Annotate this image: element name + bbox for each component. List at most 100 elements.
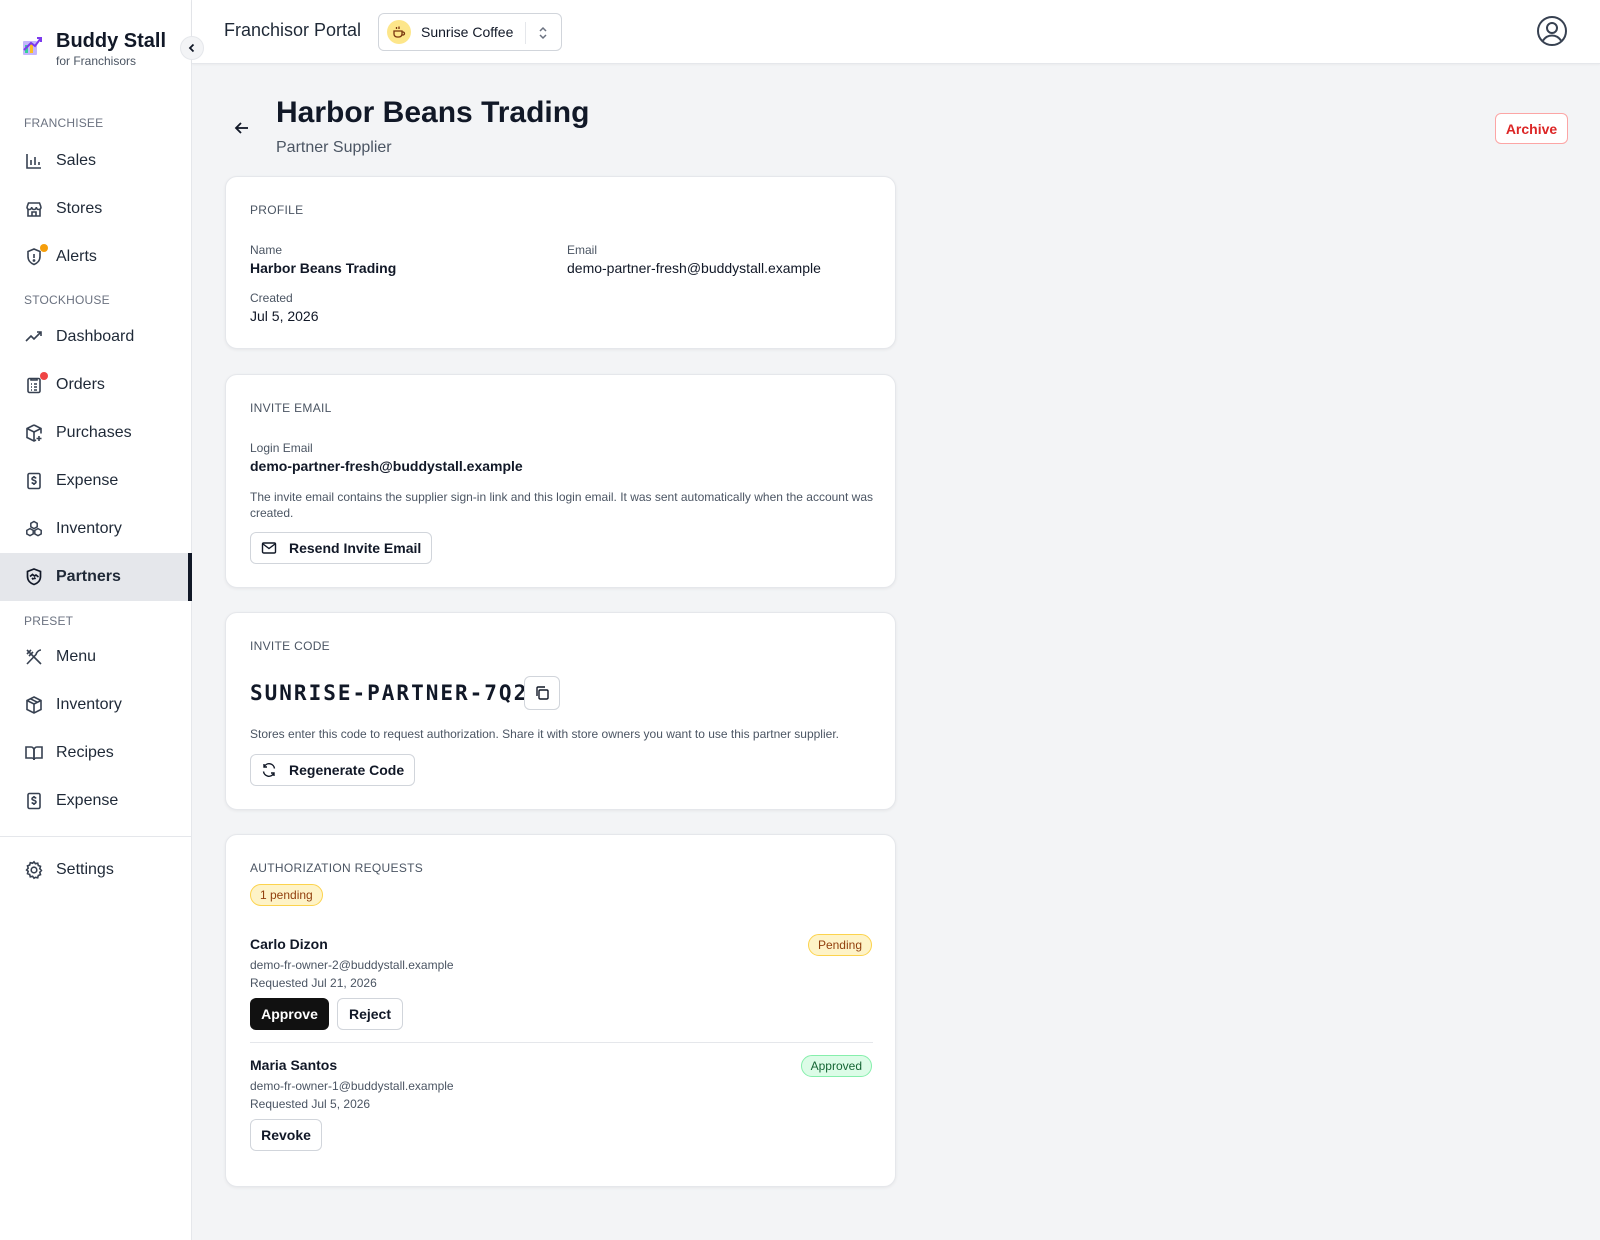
section-stockhouse: STOCKHOUSE — [24, 293, 110, 307]
chevrons-up-down-icon — [539, 26, 547, 40]
reject-button[interactable]: Reject — [337, 998, 403, 1030]
authorization-requests-card: AUTHORIZATION REQUESTS 1 pending Carlo D… — [225, 834, 896, 1187]
sidebar-item-dashboard[interactable]: Dashboard — [0, 313, 192, 361]
sidebar-item-purchases[interactable]: Purchases — [0, 409, 192, 457]
invite-email-help: The invite email contains the supplier s… — [250, 490, 873, 520]
sidebar-item-partners[interactable]: Partners — [0, 553, 192, 601]
request-name: Carlo Dizon — [250, 936, 328, 952]
sidebar-item-label: Inventory — [56, 696, 122, 713]
sidebar-item-inventory-stockhouse[interactable]: Inventory — [0, 505, 192, 553]
status-badge: Approved — [800, 1055, 872, 1077]
user-circle-icon[interactable] — [1536, 15, 1568, 47]
sidebar: Buddy Stall for Franchisors FRANCHISEE S… — [0, 0, 192, 1240]
sidebar-item-alerts[interactable]: Alerts — [0, 233, 192, 281]
sidebar-item-label: Expense — [56, 472, 119, 489]
book-open-icon — [24, 743, 44, 763]
sidebar-item-settings[interactable]: Settings — [0, 846, 192, 894]
sidebar-item-expense-preset[interactable]: Expense — [0, 777, 192, 825]
orders-dot — [40, 372, 48, 380]
bar-chart-icon — [24, 151, 44, 171]
sidebar-item-label: Stores — [56, 200, 103, 217]
brand[interactable]: Buddy Stall for Franchisors — [20, 28, 166, 68]
invite-code-heading: INVITE CODE — [250, 639, 330, 653]
invite-code-card: INVITE CODE SUNRISE-PARTNER-7Q2 Stores e… — [225, 612, 896, 810]
brand-subtitle: for Franchisors — [56, 54, 137, 68]
page-subtitle: Partner Supplier — [276, 139, 392, 156]
sidebar-item-inventory-preset[interactable]: Inventory — [0, 681, 192, 729]
sidebar-item-label: Partners — [56, 568, 121, 585]
refresh-icon — [262, 763, 276, 777]
package-icon — [24, 695, 44, 715]
request-date: Requested Jul 21, 2026 — [250, 976, 377, 990]
request-email: demo-fr-owner-1@buddystall.example — [250, 1079, 454, 1093]
handshake-shield-icon — [24, 567, 44, 587]
alerts-dot — [40, 244, 48, 252]
sidebar-item-label: Expense — [56, 792, 119, 809]
brand-name: Buddy Stall — [56, 30, 167, 52]
topbar: Franchisor Portal Sunrise Coffee — [192, 0, 1600, 64]
sidebar-item-label: Purchases — [56, 424, 132, 441]
resend-invite-email-button[interactable]: Resend Invite Email — [250, 532, 433, 564]
sidebar-item-orders[interactable]: Orders — [0, 361, 192, 409]
sidebar-item-label: Menu — [56, 648, 97, 665]
boxes-icon — [24, 519, 44, 539]
clipboard-list-icon — [24, 372, 48, 395]
request-name: Maria Santos — [250, 1057, 338, 1073]
copy-icon — [536, 686, 549, 700]
email-label: Email — [567, 243, 598, 257]
brand-logo-icon — [23, 37, 42, 55]
status-badge: Pending — [807, 934, 872, 956]
regenerate-code-button[interactable]: Regenerate Code — [250, 754, 416, 786]
authorization-heading: AUTHORIZATION REQUESTS — [250, 861, 424, 875]
sidebar-item-label: Orders — [56, 376, 105, 393]
section-franchisee: FRANCHISEE — [24, 116, 104, 130]
profile-heading: PROFILE — [250, 203, 304, 217]
portal-title: Franchisor Portal — [224, 20, 362, 40]
selector-divider — [525, 22, 526, 44]
invite-code-value: SUNRISE-PARTNER-7Q2 — [250, 681, 529, 705]
gear-icon — [24, 860, 44, 880]
invite-email-heading: INVITE EMAIL — [250, 401, 332, 415]
section-preset: PRESET — [24, 614, 74, 628]
resend-invite-label: Resend Invite Email — [289, 540, 422, 556]
sidebar-item-expense-stockhouse[interactable]: Expense — [0, 457, 192, 505]
sidebar-item-menu[interactable]: Menu — [0, 633, 192, 681]
sidebar-item-label: Dashboard — [56, 328, 135, 345]
email-value: demo-partner-fresh@buddystall.example — [567, 260, 821, 276]
sidebar-item-label: Settings — [56, 861, 114, 878]
selected-brand: Sunrise Coffee — [421, 24, 514, 40]
login-email-value: demo-partner-fresh@buddystall.example — [250, 458, 523, 474]
copy-code-button[interactable] — [524, 676, 560, 710]
created-label: Created — [250, 291, 293, 305]
brand-selector[interactable]: Sunrise Coffee — [378, 13, 562, 51]
name-label: Name — [250, 243, 283, 257]
sidebar-item-recipes[interactable]: Recipes — [0, 729, 192, 777]
sidebar-item-label: Recipes — [56, 744, 114, 761]
request-divider — [250, 1042, 873, 1043]
login-email-label: Login Email — [250, 441, 313, 455]
package-plus-icon — [24, 423, 44, 443]
receipt-dollar-icon — [24, 791, 44, 811]
receipt-dollar-icon — [24, 471, 44, 491]
utensils-crossed-icon — [24, 647, 44, 667]
invite-code-help: Stores enter this code to request author… — [250, 727, 839, 741]
sidebar-item-sales[interactable]: Sales — [0, 137, 192, 185]
created-value: Jul 5, 2026 — [250, 308, 319, 324]
pending-count-badge: 1 pending — [250, 884, 323, 906]
sidebar-item-stores[interactable]: Stores — [0, 185, 192, 233]
revoke-button[interactable]: Revoke — [250, 1119, 322, 1151]
approve-button[interactable]: Approve — [250, 998, 329, 1030]
request-date: Requested Jul 5, 2026 — [250, 1097, 371, 1111]
name-value: Harbor Beans Trading — [250, 260, 397, 276]
chevron-left-icon — [188, 43, 195, 53]
back-arrow-icon[interactable] — [232, 118, 252, 138]
archive-button[interactable]: Archive — [1495, 113, 1568, 144]
sidebar-item-label: Alerts — [56, 248, 97, 265]
sidebar-collapse-button[interactable] — [180, 36, 204, 60]
regenerate-code-label: Regenerate Code — [289, 762, 405, 778]
page-title: Harbor Beans Trading — [276, 96, 590, 129]
sidebar-divider — [0, 836, 192, 837]
sidebar-item-label: Inventory — [56, 520, 122, 537]
mail-icon — [261, 542, 277, 554]
sidebar-item-label: Sales — [56, 152, 97, 169]
